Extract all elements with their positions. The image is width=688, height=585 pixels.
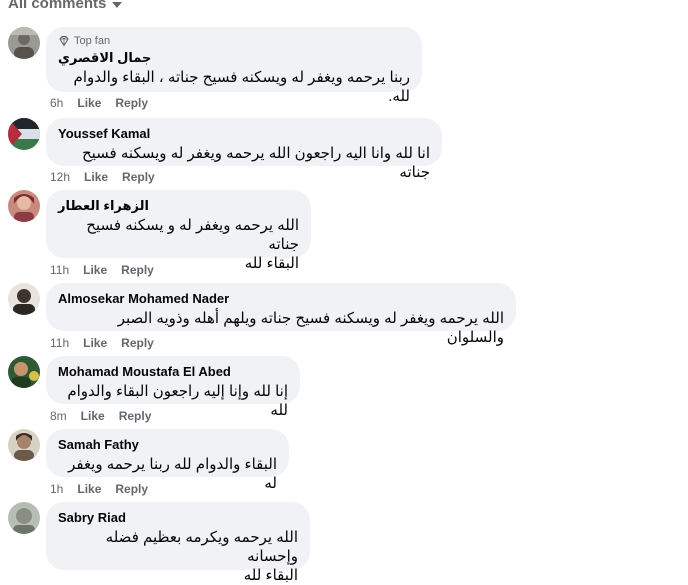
avatar[interactable] [8, 356, 40, 388]
timestamp[interactable]: 6h [50, 96, 63, 110]
all-comments-filter[interactable]: All comments [8, 0, 123, 12]
author-name[interactable]: الزهراء العطار [58, 198, 299, 214]
like-button[interactable]: Like [84, 170, 108, 184]
comment-bubble: Mohamad Moustafa El Abed إنا لله وإنا إل… [46, 356, 300, 419]
reply-button[interactable]: Reply [115, 482, 148, 496]
comment-actions: 6h Like Reply [50, 96, 148, 110]
avatar[interactable] [8, 27, 40, 59]
reply-button[interactable]: Reply [119, 409, 152, 423]
avatar[interactable] [8, 118, 40, 150]
like-button[interactable]: Like [83, 336, 107, 350]
like-button[interactable]: Like [77, 96, 101, 110]
comment-actions: 11h Like Reply [50, 263, 154, 277]
comment-bubble: Almosekar Mohamed Nader الله يرحمه ويغفر… [46, 283, 516, 346]
timestamp[interactable]: 8m [50, 409, 67, 423]
comment-text-line: الله يرحمه ويكرمه بعظيم فضله وإحسانه [105, 529, 298, 565]
avatar[interactable] [8, 190, 40, 222]
timestamp[interactable]: 11h [50, 336, 69, 350]
timestamp[interactable]: 1h [50, 482, 63, 496]
reply-button[interactable]: Reply [122, 170, 155, 184]
diamond-icon [59, 35, 69, 47]
comment-bubble: Top fan جمال الاقصري ربنا يرحمه ويغفر له… [46, 27, 422, 105]
comment-actions: 1h Like Reply [50, 482, 148, 496]
badge-label: Top fan [74, 35, 111, 47]
avatar[interactable] [8, 283, 40, 315]
comment-bubble: Sabry Riad الله يرحمه ويكرمه بعظيم فضله … [46, 502, 310, 584]
reply-button[interactable]: Reply [121, 336, 154, 350]
comment-text-line: الله يرحمه ويغفر له و يسكنه فسيح جناته [86, 217, 299, 253]
author-name[interactable]: Sabry Riad [58, 510, 298, 526]
author-name[interactable]: Almosekar Mohamed Nader [58, 291, 504, 307]
comment-actions: 12h Like Reply [50, 170, 155, 184]
comment-bubble: Youssef Kamal انا لله وانا اليه راجعون ا… [46, 118, 442, 181]
comment-bubble: Samah Fathy البقاء والدوام لله ربنا يرحم… [46, 429, 289, 492]
top-fan-badge: Top fan [58, 35, 410, 47]
filter-label: All comments [8, 0, 107, 12]
caret-down-icon [112, 2, 123, 8]
reply-button[interactable]: Reply [115, 96, 148, 110]
comment-bubble: الزهراء العطار الله يرحمه ويغفر له و يسك… [46, 190, 311, 272]
avatar[interactable] [8, 502, 40, 534]
avatar[interactable] [8, 429, 40, 461]
author-name[interactable]: جمال الاقصري [58, 50, 410, 66]
like-button[interactable]: Like [83, 263, 107, 277]
timestamp[interactable]: 12h [50, 170, 70, 184]
comment-actions: 8m Like Reply [50, 409, 151, 423]
comment-text-line: البقاء لله [243, 567, 298, 584]
author-name[interactable]: Youssef Kamal [58, 126, 430, 142]
author-name[interactable]: Mohamad Moustafa El Abed [58, 364, 288, 380]
author-name[interactable]: Samah Fathy [58, 437, 277, 453]
like-button[interactable]: Like [81, 409, 105, 423]
like-button[interactable]: Like [77, 482, 101, 496]
comment-actions: 11h Like Reply [50, 336, 154, 350]
reply-button[interactable]: Reply [121, 263, 154, 277]
timestamp[interactable]: 11h [50, 263, 69, 277]
